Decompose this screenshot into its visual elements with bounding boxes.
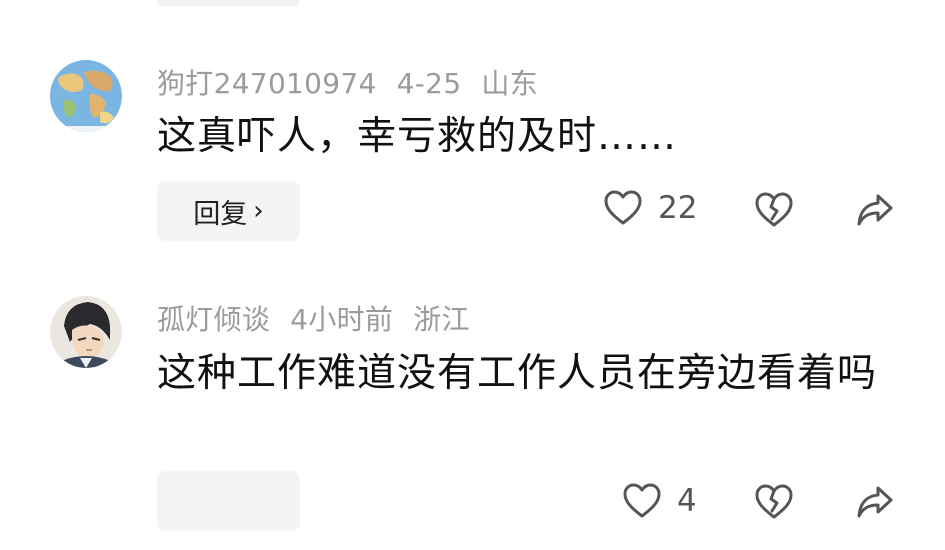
comment-meta: 孤灯倾谈 4小时前 浙江 [157,298,490,338]
username[interactable]: 孤灯倾谈 [157,303,270,336]
reply-button[interactable]: 回复 › [157,181,300,241]
avatar[interactable] [50,60,122,132]
previous-reply-button-stub[interactable] [157,0,300,6]
dislike-button[interactable] [755,484,793,520]
comment-location: 浙江 [413,303,470,336]
comment-location: 山东 [481,67,538,100]
dislike-button[interactable] [755,192,793,228]
anime-character-avatar-icon [50,296,122,368]
chevron-right-icon: › [253,196,264,226]
heart-outline-icon [604,190,642,225]
comment-text: 这种工作难道没有工作人员在旁边看着吗 [157,351,878,396]
reply-button[interactable] [157,471,300,531]
like-count: 4 [677,483,697,519]
reply-button-label: 回复 [193,198,248,230]
globe-map-avatar-icon [50,60,122,132]
avatar[interactable] [50,296,122,368]
heart-outline-icon [623,483,661,518]
broken-heart-icon [755,484,793,519]
share-button[interactable] [856,485,894,519]
comment-date: 4小时前 [290,303,394,336]
like-button[interactable]: 22 [604,190,697,226]
like-count: 22 [658,190,698,226]
share-arrow-icon [857,194,893,226]
username[interactable]: 狗打247010974 [157,67,377,100]
comment-meta: 狗打247010974 4-25 山东 [157,62,558,102]
share-button[interactable] [856,193,894,227]
comment-text: 这真吓人，幸亏救的及时…… [157,114,678,159]
comment-date: 4-25 [396,67,462,100]
share-arrow-icon [857,486,893,518]
like-button[interactable]: 4 [623,483,697,519]
broken-heart-icon [755,192,793,227]
